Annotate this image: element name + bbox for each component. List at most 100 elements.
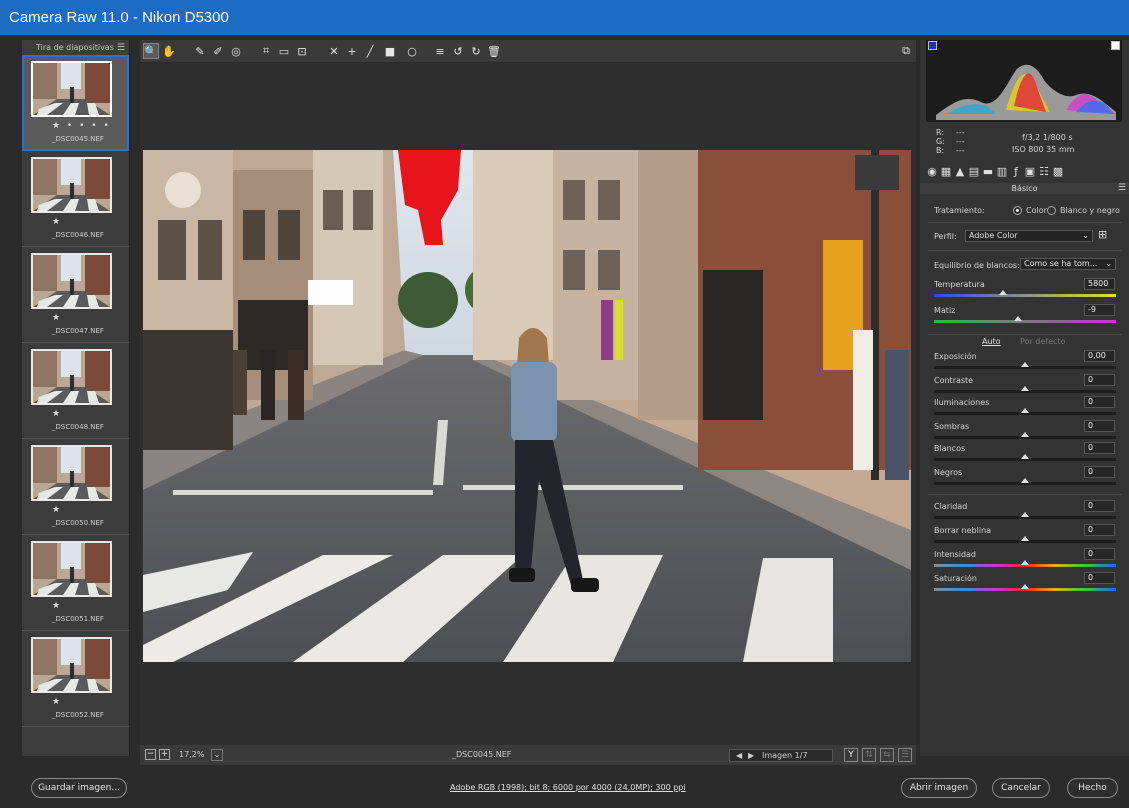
graduated-filter-icon[interactable]: ■	[382, 43, 398, 59]
slider-track[interactable]	[934, 536, 1116, 543]
slider-handle[interactable]	[1021, 584, 1029, 589]
transform-icon[interactable]: ⊡	[294, 43, 310, 59]
default-link[interactable]: Por defecto	[1020, 337, 1065, 346]
target-adjust-icon[interactable]: ◎	[228, 43, 244, 59]
slider-track[interactable]	[934, 454, 1116, 461]
slider-value-input[interactable]: 0	[1084, 442, 1115, 454]
slider-handle[interactable]	[1021, 560, 1029, 565]
slider-handle[interactable]	[1013, 316, 1022, 321]
slider-track[interactable]	[934, 560, 1116, 567]
rating-stars[interactable]: ★	[22, 313, 129, 323]
treatment-color-radio[interactable]	[1013, 206, 1022, 215]
tab-snapshots-icon[interactable]: ▩	[1052, 165, 1064, 179]
trash-icon[interactable]: 🗑	[486, 43, 502, 59]
tab-effects-icon[interactable]: ƒ	[1010, 165, 1022, 179]
slider-track[interactable]	[934, 584, 1116, 591]
slider-track[interactable]	[934, 290, 1116, 297]
save-image-button[interactable]: Guardar imagen...	[31, 778, 127, 798]
slider-handle[interactable]	[1021, 454, 1029, 459]
slider-value-input[interactable]: 0	[1084, 420, 1115, 432]
slider-value-input[interactable]: 0	[1084, 396, 1115, 408]
slider-value-input[interactable]: 0	[1084, 548, 1115, 560]
slider-handle[interactable]	[1021, 478, 1029, 483]
slider-value-input[interactable]: 0	[1084, 466, 1115, 478]
filmstrip-thumbnail[interactable]: ★ _DSC0046.NEF	[22, 151, 129, 247]
slider-handle[interactable]	[1021, 536, 1029, 541]
zoom-icon[interactable]: 🔍	[143, 43, 159, 59]
open-image-button[interactable]: Abrir imagen	[901, 778, 977, 798]
slider-handle[interactable]	[999, 290, 1008, 295]
slider-handle[interactable]	[1021, 408, 1029, 413]
rotate-left-icon[interactable]: ↺	[450, 43, 466, 59]
slider-value-input[interactable]: 0	[1084, 524, 1115, 536]
workflow-options-link[interactable]: Adobe RGB (1998); bit 8; 6000 por 4000 (…	[450, 783, 686, 792]
radial-filter-icon[interactable]: ○	[404, 43, 420, 59]
swap-settings-icon[interactable]: ⇅	[862, 748, 876, 762]
color-sampler-icon[interactable]: ✐	[210, 43, 226, 59]
filmstrip-thumbnail[interactable]: ★ _DSC0048.NEF	[22, 343, 129, 439]
filmstrip-menu-icon[interactable]: ☰	[117, 41, 125, 56]
white-balance-select[interactable]: Como se ha tom... ⌄	[1020, 258, 1116, 270]
rating-stars[interactable]: ★	[22, 217, 129, 227]
slider-track[interactable]	[934, 386, 1116, 393]
shadow-clipping-icon[interactable]	[928, 41, 937, 50]
image-canvas[interactable]	[140, 63, 916, 745]
slider-track[interactable]	[934, 362, 1116, 369]
rotate-right-icon[interactable]: ↻	[468, 43, 484, 59]
prev-image-button[interactable]: ◀	[736, 751, 742, 760]
rating-stars[interactable]: ★	[22, 601, 129, 611]
crop-icon[interactable]: ⌗	[258, 43, 274, 59]
before-after-view-button[interactable]: Y	[844, 748, 858, 762]
zoom-in-button[interactable]: +	[159, 749, 170, 760]
slider-handle[interactable]	[1021, 512, 1029, 517]
tab-lens-icon[interactable]: ▥	[996, 165, 1008, 179]
red-eye-icon[interactable]: +	[344, 43, 360, 59]
tab-basic-icon[interactable]: ◉	[926, 165, 938, 179]
slider-value-input[interactable]: 0	[1084, 500, 1115, 512]
eyedropper-icon[interactable]: ✎	[192, 43, 208, 59]
toggle-settings-icon[interactable]: ☰	[898, 748, 912, 762]
next-image-button[interactable]: ▶	[748, 751, 754, 760]
highlight-clipping-icon[interactable]	[1111, 41, 1120, 50]
tab-detail-icon[interactable]: ▲	[954, 165, 966, 179]
section-menu-icon[interactable]: ☰	[1118, 183, 1126, 193]
straighten-icon[interactable]: ▭	[276, 43, 292, 59]
slider-handle[interactable]	[1021, 386, 1029, 391]
tab-calibration-icon[interactable]: ▣	[1024, 165, 1036, 179]
slider-track[interactable]	[934, 512, 1116, 519]
slider-track[interactable]	[934, 432, 1116, 439]
slider-track[interactable]	[934, 408, 1116, 415]
fullscreen-icon[interactable]: ⧉	[898, 43, 914, 59]
slider-value-input[interactable]: 0	[1084, 572, 1115, 584]
zoom-out-button[interactable]: −	[145, 749, 156, 760]
slider-value-input[interactable]: 5800	[1084, 278, 1115, 290]
rating-stars[interactable]: ★	[22, 697, 129, 707]
treatment-bw-radio[interactable]	[1047, 206, 1056, 215]
copy-settings-icon[interactable]: ⇆	[880, 748, 894, 762]
filmstrip-thumbnail[interactable]: ★ _DSC0051.NEF	[22, 535, 129, 631]
slider-track[interactable]	[934, 316, 1116, 323]
profile-browser-icon[interactable]: ⊞	[1098, 228, 1107, 241]
cancel-button[interactable]: Cancelar	[992, 778, 1050, 798]
rating-stars[interactable]: ★	[22, 409, 129, 419]
profile-select[interactable]: Adobe Color ⌄	[965, 230, 1093, 242]
tab-hsl-icon[interactable]: ▤	[968, 165, 980, 179]
filmstrip-thumbnail[interactable]: ★ • • • • _DSC0045.NEF	[22, 55, 129, 151]
slider-handle[interactable]	[1021, 362, 1029, 367]
spot-removal-icon[interactable]: ✕	[326, 43, 342, 59]
tab-presets-icon[interactable]: ☷	[1038, 165, 1050, 179]
rating-stars[interactable]: ★ • • • •	[22, 121, 129, 131]
auto-link[interactable]: Auto	[982, 337, 1001, 346]
hand-icon[interactable]: ✋	[161, 43, 177, 59]
filmstrip-thumbnail[interactable]: ★ _DSC0047.NEF	[22, 247, 129, 343]
slider-track[interactable]	[934, 478, 1116, 485]
slider-value-input[interactable]: -9	[1084, 304, 1115, 316]
slider-value-input[interactable]: 0	[1084, 374, 1115, 386]
filmstrip-thumbnail[interactable]: ★ _DSC0052.NEF	[22, 631, 129, 727]
rating-stars[interactable]: ★	[22, 505, 129, 515]
tab-tone-curve-icon[interactable]: ▦	[940, 165, 952, 179]
list-icon[interactable]: ≡	[432, 43, 448, 59]
brush-icon[interactable]: ╱	[362, 43, 378, 59]
slider-handle[interactable]	[1021, 432, 1029, 437]
tab-split-toning-icon[interactable]: ▬	[982, 165, 994, 179]
